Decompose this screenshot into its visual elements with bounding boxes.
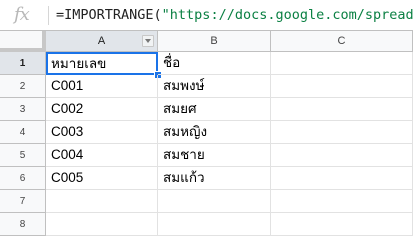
row-header-3[interactable]: 3 [0, 98, 46, 121]
row-header-1[interactable]: 1 [0, 52, 46, 75]
column-header-c[interactable]: C [271, 31, 413, 52]
formula-bar: fx =IMPORTRANGE("https://docs.google.com… [0, 0, 413, 31]
cell-b6[interactable]: สมแก้ว [158, 167, 271, 190]
row-header-7[interactable]: 7 [0, 190, 46, 213]
cell-b3[interactable]: สมยศ [158, 98, 271, 121]
formula-input[interactable]: =IMPORTRANGE("https://docs.google.com/sp… [56, 0, 413, 31]
column-header-a[interactable]: A [46, 31, 158, 52]
cell-c3[interactable] [271, 98, 413, 121]
cell-c6[interactable] [271, 167, 413, 190]
cell-b8[interactable] [158, 213, 271, 236]
filter-dropdown-icon[interactable] [142, 35, 154, 47]
fx-icon: fx [14, 4, 30, 25]
row-header-4[interactable]: 4 [0, 121, 46, 144]
column-header-label: B [210, 35, 218, 47]
cell-a2[interactable]: C001 [46, 75, 158, 98]
spreadsheet-grid[interactable]: A B C 1 หมายเลข ชื่อ 2 C001 สมพงษ์ 3 C002 สมยศ 4 C003… [0, 31, 413, 236]
cell-a8[interactable] [46, 213, 158, 236]
cell-c8[interactable] [271, 213, 413, 236]
cell-b2[interactable]: สมพงษ์ [158, 75, 271, 98]
formula-string-arg: "https://docs.google.com/spreadsheets [161, 7, 413, 23]
cell-a1[interactable]: หมายเลข [46, 52, 158, 75]
cell-b7[interactable] [158, 190, 271, 213]
row-header-5[interactable]: 5 [0, 144, 46, 167]
row-header-2[interactable]: 2 [0, 75, 46, 98]
column-header-b[interactable]: B [158, 31, 271, 52]
cell-c2[interactable] [271, 75, 413, 98]
cell-a3[interactable]: C002 [46, 98, 158, 121]
cell-c4[interactable] [271, 121, 413, 144]
formula-prefix: =IMPORTRANGE( [56, 7, 162, 23]
row-header-6[interactable]: 6 [0, 167, 46, 190]
row-header-8[interactable]: 8 [0, 213, 46, 236]
cell-b5[interactable]: สมชาย [158, 144, 271, 167]
cell-c5[interactable] [271, 144, 413, 167]
column-header-label: A [97, 35, 106, 47]
cell-b1[interactable]: ชื่อ [158, 52, 271, 75]
cell-c7[interactable] [271, 190, 413, 213]
formula-bar-divider [48, 6, 49, 25]
cell-a7[interactable] [46, 190, 158, 213]
cell-b4[interactable]: สมหญิง [158, 121, 271, 144]
column-header-label: C [337, 35, 346, 47]
cell-a5[interactable]: C004 [46, 144, 158, 167]
select-all-corner[interactable] [0, 31, 46, 52]
cell-a4[interactable]: C003 [46, 121, 158, 144]
cell-c1[interactable] [271, 52, 413, 75]
cell-a6[interactable]: C005 [46, 167, 158, 190]
